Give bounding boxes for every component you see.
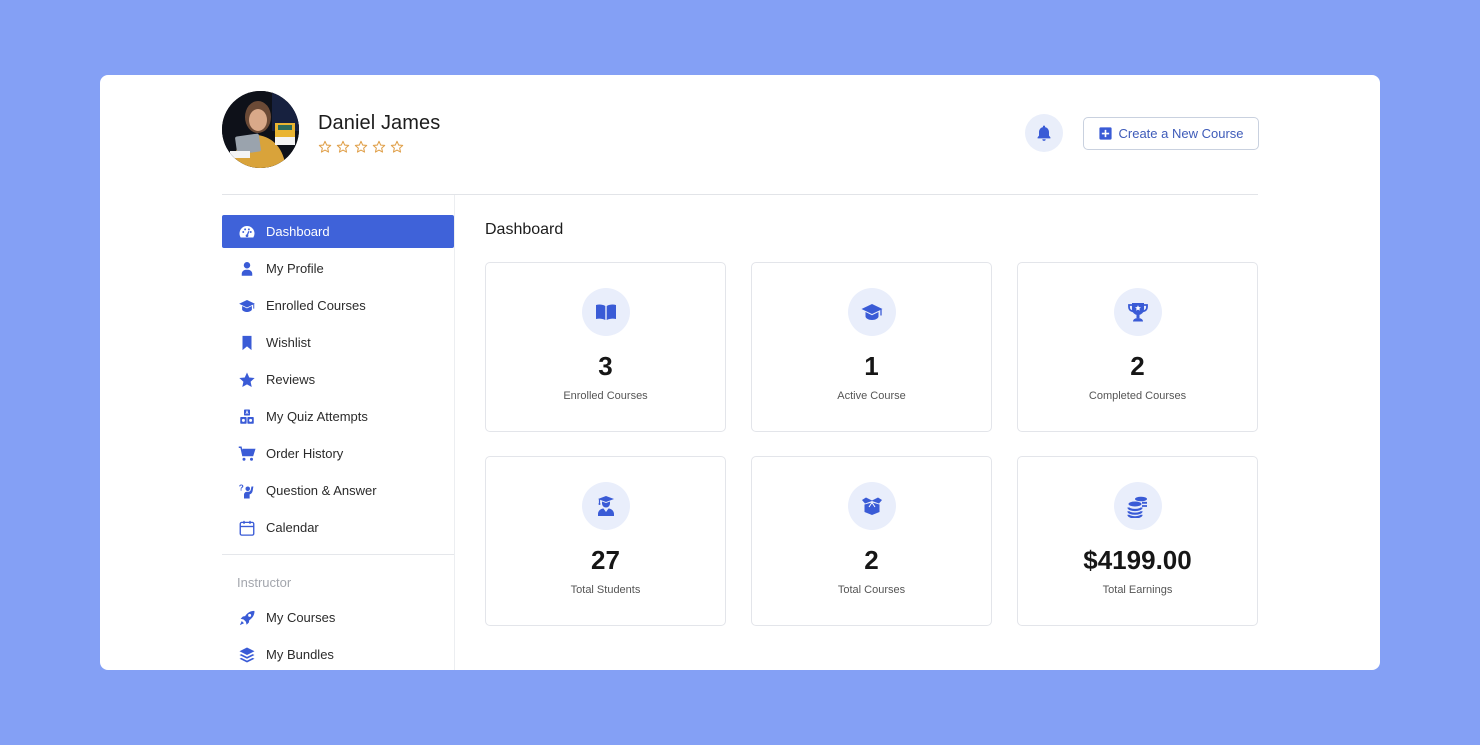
create-new-course-button[interactable]: Create a New Course xyxy=(1083,117,1259,150)
sidebar-item-order-history[interactable]: Order History xyxy=(222,437,454,470)
star-outline-icon xyxy=(336,140,350,153)
svg-text:?: ? xyxy=(239,483,244,492)
page-title: Dashboard xyxy=(485,221,564,238)
stat-value: 3 xyxy=(598,351,613,381)
open-box-icon xyxy=(862,497,882,515)
sidebar-item-label: Enrolled Courses xyxy=(266,298,366,313)
sidebar-item-question-answer[interactable]: ? Question & Answer xyxy=(222,474,454,507)
sidebar-item-wishlist[interactable]: Wishlist xyxy=(222,326,454,359)
sidebar-item-reviews[interactable]: Reviews xyxy=(222,363,454,396)
question-person-icon: ? xyxy=(237,481,257,501)
dashboard-gauge-icon xyxy=(237,222,257,242)
dashboard-panel: Daniel James Create a New Course Dashboa… xyxy=(100,75,1380,670)
cart-icon xyxy=(237,444,257,464)
stat-label: Total Courses xyxy=(837,584,906,596)
stat-icon-badge xyxy=(582,482,630,530)
star-outline-icon xyxy=(372,140,386,153)
bookmark-icon xyxy=(237,333,257,353)
stat-card-total-earnings[interactable]: $4199.00 Total Earnings xyxy=(1017,456,1258,626)
plus-square-icon xyxy=(1098,127,1112,140)
stat-value: 2 xyxy=(864,545,879,575)
stat-card-enrolled-courses[interactable]: 3 Enrolled Courses xyxy=(485,262,726,432)
sidebar-item-label: Wishlist xyxy=(266,335,311,350)
sidebar-item-label: My Courses xyxy=(266,610,336,625)
bell-icon xyxy=(1037,125,1051,141)
sidebar-item-label: Calendar xyxy=(266,520,319,535)
user-photo-icon xyxy=(222,91,299,168)
stat-value: 2 xyxy=(1130,351,1145,381)
trophy-icon xyxy=(1128,303,1148,322)
user-name: Daniel James xyxy=(318,112,441,134)
sidebar-item-my-quiz-attempts[interactable]: My Quiz Attempts xyxy=(222,400,454,433)
star-outline-icon xyxy=(318,140,332,153)
coins-icon xyxy=(1127,496,1147,518)
user-icon xyxy=(237,259,257,279)
stat-value: 1 xyxy=(864,351,879,381)
stat-label: Completed Courses xyxy=(1088,390,1187,402)
quiz-blocks-icon xyxy=(237,407,257,427)
profile-header: Daniel James Create a New Course xyxy=(222,91,1259,195)
notification-button[interactable] xyxy=(1025,114,1063,152)
sidebar-item-label: My Profile xyxy=(266,261,324,276)
sidebar-item-my-courses[interactable]: My Courses xyxy=(222,601,454,634)
stat-card-active-course[interactable]: 1 Active Course xyxy=(751,262,992,432)
sidebar-item-label: Dashboard xyxy=(266,224,330,239)
layers-icon xyxy=(237,645,257,665)
stat-icon-badge xyxy=(848,288,896,336)
sidebar-item-my-bundles[interactable]: My Bundles xyxy=(222,638,454,670)
sidebar-item-calendar[interactable]: Calendar xyxy=(222,511,454,544)
stat-label: Total Students xyxy=(570,584,641,596)
star-icon xyxy=(237,370,257,390)
rocket-icon xyxy=(237,608,257,628)
student-icon xyxy=(598,496,614,516)
sidebar-item-dashboard[interactable]: Dashboard xyxy=(222,215,454,248)
stat-card-total-courses[interactable]: 2 Total Courses xyxy=(751,456,992,626)
stat-card-total-students[interactable]: 27 Total Students xyxy=(485,456,726,626)
open-book-icon xyxy=(596,304,616,320)
stat-label: Enrolled Courses xyxy=(563,390,648,402)
sidebar-item-label: My Bundles xyxy=(266,647,334,662)
stat-value: $4199.00 xyxy=(1083,545,1192,575)
sidebar-divider xyxy=(222,554,454,555)
sidebar: Dashboard My Profile Enrolled Courses Wi… xyxy=(222,195,455,670)
stat-value: 27 xyxy=(591,545,620,575)
stat-card-completed-courses[interactable]: 2 Completed Courses xyxy=(1017,262,1258,432)
star-outline-icon xyxy=(354,140,368,153)
sidebar-item-label: Order History xyxy=(266,446,344,461)
star-rating xyxy=(317,139,405,155)
graduation-cap-icon xyxy=(237,296,257,316)
stat-label: Active Course xyxy=(837,390,906,402)
stat-icon-badge xyxy=(1114,482,1162,530)
sidebar-item-my-profile[interactable]: My Profile xyxy=(222,252,454,285)
create-new-course-label: Create a New Course xyxy=(1118,126,1244,141)
sidebar-item-label: My Quiz Attempts xyxy=(266,409,368,424)
sidebar-item-enrolled-courses[interactable]: Enrolled Courses xyxy=(222,289,454,322)
avatar[interactable] xyxy=(222,91,299,168)
sidebar-item-label: Question & Answer xyxy=(266,483,377,498)
stat-icon-badge xyxy=(582,288,630,336)
instructor-section-label: Instructor xyxy=(237,575,292,590)
calendar-icon xyxy=(237,518,257,538)
star-outline-icon xyxy=(390,140,404,153)
stat-icon-badge xyxy=(1114,288,1162,336)
stat-icon-badge xyxy=(848,482,896,530)
stat-label: Total Earnings xyxy=(1102,584,1173,596)
sidebar-item-label: Reviews xyxy=(266,372,316,387)
graduation-cap-icon xyxy=(861,304,883,320)
